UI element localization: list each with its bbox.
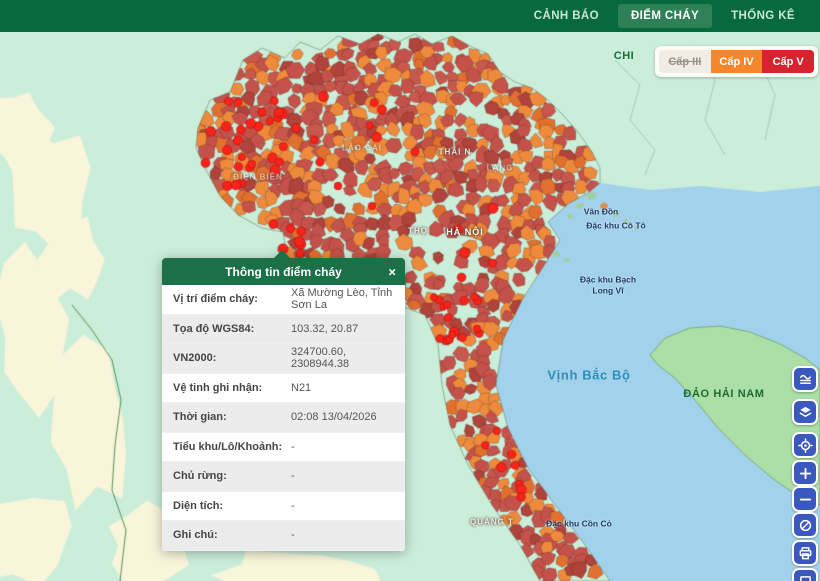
popup-row-value: - (291, 500, 301, 512)
fire-map-app: CHIĐIỆN BIÊNLÀO CAITHÁI NLẠNGTHỌHÀ NỘIQU… (0, 0, 820, 581)
map-canvas[interactable] (0, 0, 820, 581)
legend-button-cap-v[interactable]: Cấp V (762, 50, 814, 73)
fire-level-legend: Cấp III Cấp IV Cấp V (655, 46, 818, 77)
popup-row: Vệ tinh ghi nhận:N21 (162, 374, 405, 404)
popup-row: Chủ rừng:- (162, 462, 405, 492)
popup-row-value: 02:08 13/04/2026 (291, 411, 383, 423)
popup-title: Thông tin điểm cháy (225, 265, 342, 279)
tab-canh-bao[interactable]: CẢNH BÁO (521, 4, 612, 28)
popup-row-value: - (291, 529, 301, 541)
expand-icon (798, 574, 813, 581)
popup-body: Vị trí điểm cháy:Xã Mường Lèo, Tỉnh Sơn … (162, 285, 405, 551)
expand-button[interactable] (792, 568, 818, 581)
wave-chart-icon (798, 372, 813, 387)
popup-row-value: 103.32, 20.87 (291, 323, 364, 335)
popup-row: Ghi chú:- (162, 521, 405, 551)
popup-row: Tiểu khu/Lô/Khoảnh:- (162, 433, 405, 463)
clear-icon (798, 518, 813, 533)
legend-button-cap-iv[interactable]: Cấp IV (711, 50, 763, 73)
locate-button[interactable] (792, 432, 818, 458)
popup-row-label: Tiểu khu/Lô/Khoảnh: (162, 441, 291, 453)
zoom-out-icon (798, 492, 813, 507)
top-navigation-bar: CẢNH BÁO ĐIỂM CHÁY THỐNG KÊ (0, 0, 820, 32)
zoom-in-icon (798, 466, 813, 481)
layers-button[interactable] (792, 399, 818, 425)
close-icon[interactable]: × (388, 265, 396, 278)
popup-row-label: VN2000: (162, 352, 291, 364)
zoom-out-button[interactable] (792, 486, 818, 512)
popup-row-label: Vệ tinh ghi nhận: (162, 382, 291, 394)
tab-diem-chay[interactable]: ĐIỂM CHÁY (618, 4, 712, 28)
locate-icon (798, 438, 813, 453)
popup-header: Thông tin điểm cháy × (162, 258, 405, 285)
popup-row-label: Ghi chú: (162, 529, 291, 541)
zoom-in-button[interactable] (792, 460, 818, 486)
layers-icon (798, 405, 813, 420)
popup-row-value: - (291, 470, 301, 482)
popup-row-label: Thời gian: (162, 411, 291, 423)
popup-row-value: 324700.60, 2308944.38 (291, 346, 405, 370)
popup-row-value: Xã Mường Lèo, Tỉnh Sơn La (291, 287, 405, 311)
print-button[interactable] (792, 540, 818, 566)
legend-button-cap-iii[interactable]: Cấp III (659, 50, 711, 73)
popup-row: Thời gian:02:08 13/04/2026 (162, 403, 405, 433)
popup-row-label: Chủ rừng: (162, 470, 291, 482)
tab-thong-ke[interactable]: THỐNG KÊ (718, 4, 808, 28)
popup-row: VN2000:324700.60, 2308944.38 (162, 344, 405, 374)
popup-row: Diện tích:- (162, 492, 405, 522)
popup-row: Vị trí điểm cháy:Xã Mường Lèo, Tỉnh Sơn … (162, 285, 405, 315)
wave-chart-button[interactable] (792, 366, 818, 392)
clear-button[interactable] (792, 512, 818, 538)
popup-row: Tọa độ WGS84:103.32, 20.87 (162, 315, 405, 345)
popup-row-value: N21 (291, 382, 317, 394)
print-icon (798, 546, 813, 561)
popup-row-label: Diện tích: (162, 500, 291, 512)
fire-info-popup: Thông tin điểm cháy × Vị trí điểm cháy:X… (162, 258, 405, 551)
popup-row-label: Tọa độ WGS84: (162, 323, 291, 335)
popup-row-value: - (291, 441, 301, 453)
popup-row-label: Vị trí điểm cháy: (162, 293, 291, 305)
